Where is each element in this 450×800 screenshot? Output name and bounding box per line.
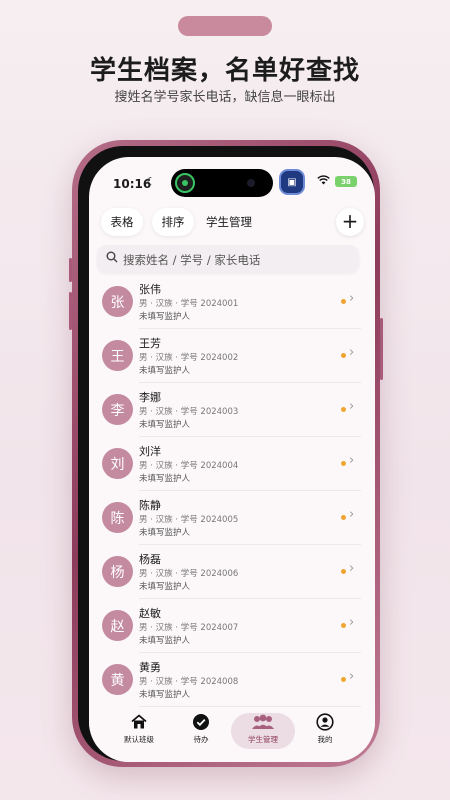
student-name: 杨磊 xyxy=(139,553,161,566)
missing-info-dot xyxy=(341,299,346,304)
user-icon xyxy=(316,713,334,731)
student-row[interactable]: 王 王芳 男 · 汉族 · 学号 2024002 未填写监护人 › xyxy=(89,329,375,383)
chevron-right-icon: › xyxy=(349,345,355,360)
tab-default-class[interactable]: 默认班级 xyxy=(109,713,169,749)
check-circle-icon xyxy=(193,714,209,730)
toolbar: 表格 排序 学生管理 + xyxy=(101,208,365,238)
phone-side-button xyxy=(380,318,383,380)
guardian-status: 未填写监护人 xyxy=(139,636,191,646)
search-input[interactable]: 搜索姓名 / 学号 / 家长电话 xyxy=(97,245,359,273)
guardian-status: 未填写监护人 xyxy=(139,366,191,376)
tab-label: 默认班级 xyxy=(124,735,154,744)
student-name: 李娜 xyxy=(139,391,161,404)
student-name: 赵敏 xyxy=(139,607,161,620)
missing-info-dot xyxy=(341,407,346,412)
chip-table[interactable]: 表格 xyxy=(101,208,143,236)
student-row[interactable]: 李 李娜 男 · 汉族 · 学号 2024003 未填写监护人 › xyxy=(89,383,375,437)
hero-title: 学生档案，名单好查找 xyxy=(89,56,360,86)
home-icon xyxy=(131,714,147,729)
add-student-button[interactable]: + xyxy=(336,208,364,236)
chevron-right-icon: › xyxy=(349,615,355,630)
student-name: 王芳 xyxy=(139,337,161,350)
avatar: 赵 xyxy=(102,610,133,641)
tab-bar: 默认班级 待办 学生管理 我的 xyxy=(89,707,375,762)
missing-info-dot xyxy=(341,461,346,466)
top-pill-decoration xyxy=(178,16,272,36)
app-badge-icon: ▣ xyxy=(279,169,305,195)
student-meta: 男 · 汉族 · 学号 2024005 xyxy=(139,515,239,525)
student-name: 张伟 xyxy=(139,283,161,296)
student-row[interactable]: 陈 陈静 男 · 汉族 · 学号 2024005 未填写监护人 › xyxy=(89,491,375,545)
student-meta: 男 · 汉族 · 学号 2024008 xyxy=(139,677,239,687)
tab-student-management[interactable]: 学生管理 xyxy=(231,713,295,749)
missing-info-dot xyxy=(341,515,346,520)
wifi-icon xyxy=(317,175,330,188)
missing-info-dot xyxy=(341,623,346,628)
chip-student-management[interactable]: 学生管理 xyxy=(199,208,259,236)
chip-sort[interactable]: 排序 xyxy=(152,208,194,236)
guardian-status: 未填写监护人 xyxy=(139,582,191,592)
tab-me[interactable]: 我的 xyxy=(295,713,355,749)
student-row[interactable]: 杨 杨磊 男 · 汉族 · 学号 2024006 未填写监护人 › xyxy=(89,545,375,599)
tab-label: 待办 xyxy=(193,735,209,744)
chevron-right-icon: › xyxy=(349,669,355,684)
hero-subtitle: 搜姓名学号家长电话，缺信息一眼标出 xyxy=(114,90,336,105)
live-activity-icon xyxy=(175,173,195,193)
avatar: 张 xyxy=(102,286,133,317)
student-row[interactable]: 赵 赵敏 男 · 汉族 · 学号 2024007 未填写监护人 › xyxy=(89,599,375,653)
avatar: 杨 xyxy=(102,556,133,587)
student-row[interactable]: 张 张伟 男 · 汉族 · 学号 2024001 未填写监护人 › xyxy=(89,275,375,329)
guardian-status: 未填写监护人 xyxy=(139,528,191,538)
guardian-status: 未填写监护人 xyxy=(139,312,191,322)
missing-info-dot xyxy=(341,569,346,574)
student-meta: 男 · 汉族 · 学号 2024007 xyxy=(139,623,239,633)
tab-label: 我的 xyxy=(317,735,333,744)
phone-side-button xyxy=(69,258,72,282)
student-meta: 男 · 汉族 · 学号 2024001 xyxy=(139,299,239,309)
chevron-right-icon: › xyxy=(349,399,355,414)
avatar: 王 xyxy=(102,340,133,371)
student-meta: 男 · 汉族 · 学号 2024004 xyxy=(139,461,239,471)
status-bar: 10:16 ☾ ▣ 38 xyxy=(89,157,375,199)
avatar: 李 xyxy=(102,394,133,425)
chevron-right-icon: › xyxy=(349,453,355,468)
search-placeholder: 搜索姓名 / 学号 / 家长电话 xyxy=(123,253,261,267)
avatar: 黄 xyxy=(102,664,133,695)
avatar: 刘 xyxy=(102,448,133,479)
chevron-right-icon: › xyxy=(349,291,355,306)
tab-todo[interactable]: 待办 xyxy=(171,713,231,749)
student-meta: 男 · 汉族 · 学号 2024002 xyxy=(139,353,239,363)
dynamic-island xyxy=(171,169,273,197)
student-meta: 男 · 汉族 · 学号 2024003 xyxy=(139,407,239,417)
student-name: 刘洋 xyxy=(139,445,161,458)
phone-side-button xyxy=(69,292,72,330)
tab-label: 学生管理 xyxy=(248,735,278,744)
guardian-status: 未填写监护人 xyxy=(139,690,191,700)
camera-icon xyxy=(247,179,255,187)
phone-frame: 10:16 ☾ ▣ 38 表格 排序 学生管理 + 搜索姓名 / 学号 / 家长… xyxy=(69,140,383,767)
battery-level: 38 xyxy=(341,177,351,186)
search-icon xyxy=(106,251,118,263)
chevron-right-icon: › xyxy=(349,561,355,576)
missing-info-dot xyxy=(341,677,346,682)
battery-icon: 38 xyxy=(335,176,357,187)
student-meta: 男 · 汉族 · 学号 2024006 xyxy=(139,569,239,579)
chevron-right-icon: › xyxy=(349,507,355,522)
moon-icon: ☾ xyxy=(146,175,156,188)
guardian-status: 未填写监护人 xyxy=(139,420,191,430)
app-screen: 10:16 ☾ ▣ 38 表格 排序 学生管理 + 搜索姓名 / 学号 / 家长… xyxy=(89,157,375,762)
student-name: 黄勇 xyxy=(139,661,161,674)
phone-bezel: 10:16 ☾ ▣ 38 表格 排序 学生管理 + 搜索姓名 / 学号 / 家长… xyxy=(78,146,375,762)
student-row[interactable]: 黄 黄勇 男 · 汉族 · 学号 2024008 未填写监护人 › xyxy=(89,653,375,707)
student-name: 陈静 xyxy=(139,499,161,512)
avatar: 陈 xyxy=(102,502,133,533)
student-row[interactable]: 刘 刘洋 男 · 汉族 · 学号 2024004 未填写监护人 › xyxy=(89,437,375,491)
missing-info-dot xyxy=(341,353,346,358)
people-icon xyxy=(252,714,274,729)
guardian-status: 未填写监护人 xyxy=(139,474,191,484)
